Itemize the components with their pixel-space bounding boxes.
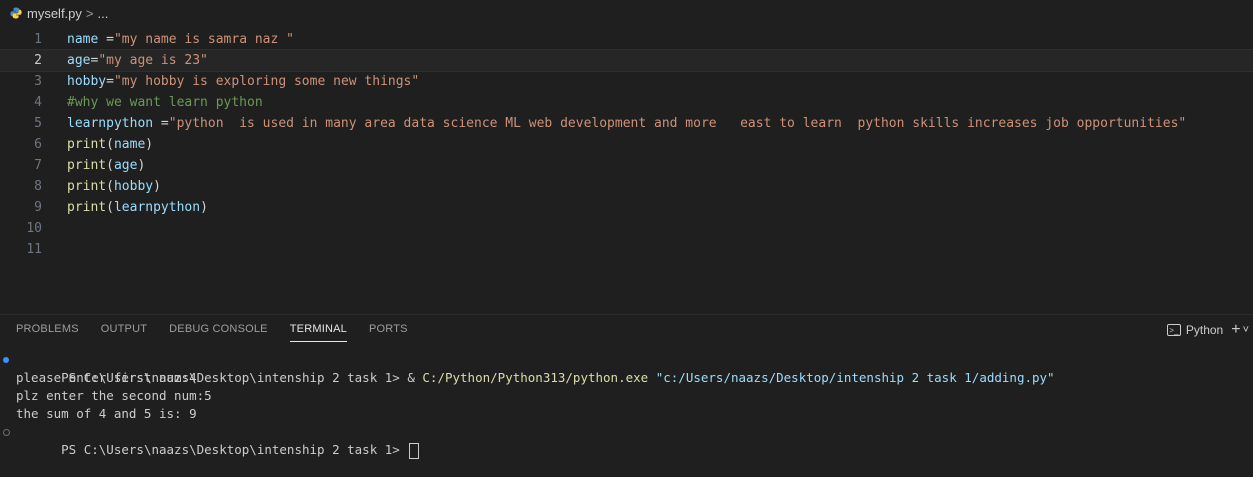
code-text: hobby="my hobby is exploring some new th… bbox=[67, 71, 419, 92]
code-token: learnpython bbox=[113, 200, 201, 215]
terminal-final-prompt: PS C:\Users\naazs\Desktop\intenship 2 ta… bbox=[61, 442, 408, 457]
breadcrumb-separator: > bbox=[85, 5, 94, 21]
code-token: age bbox=[113, 158, 138, 173]
code-token: = bbox=[98, 32, 114, 47]
line-number: 5 bbox=[34, 116, 42, 131]
code-token: print bbox=[67, 158, 107, 173]
code-token: name bbox=[113, 137, 146, 152]
line-number: 7 bbox=[34, 158, 42, 173]
code-token: print bbox=[67, 137, 107, 152]
code-line[interactable]: 10 bbox=[0, 218, 1253, 239]
panel-actions: >_ Python + ˅ bbox=[1166, 321, 1249, 339]
terminal[interactable]: PS C:\Users\naazs\Desktop\intenship 2 ta… bbox=[0, 351, 1253, 459]
code-text: learnpython ="python is used in many are… bbox=[67, 113, 1186, 134]
terminal-output-line: plz enter the second num:5 bbox=[16, 388, 212, 403]
terminal-icon[interactable]: >_ bbox=[1166, 324, 1181, 336]
breadcrumb-symbols[interactable]: ... bbox=[98, 6, 109, 21]
python-file-icon bbox=[10, 7, 22, 19]
code-token: "my hobby is exploring some new things" bbox=[113, 74, 420, 89]
code-token: #why we want learn python bbox=[67, 95, 263, 110]
code-token: print bbox=[67, 179, 107, 194]
code-token: ( bbox=[106, 158, 114, 173]
code-text: age="my age is 23" bbox=[67, 50, 208, 71]
code-line[interactable]: 11 bbox=[0, 239, 1253, 260]
tab-terminal[interactable]: TERMINAL bbox=[289, 323, 347, 342]
terminal-output-line: please enter first num:4 bbox=[16, 370, 197, 385]
terminal-prompt-line: PS C:\Users\naazs\Desktop\intenship 2 ta… bbox=[0, 423, 1253, 459]
code-token: hobby bbox=[67, 74, 107, 89]
code-line[interactable]: 9 print(learnpython) bbox=[0, 197, 1253, 218]
terminal-shell-label[interactable]: Python bbox=[1186, 323, 1223, 337]
code-token: "my name is samra naz " bbox=[113, 32, 294, 47]
code-editor[interactable]: 1 name ="my name is samra naz " 2 age="my a… bbox=[0, 29, 1253, 289]
terminal-command-line: PS C:\Users\naazs\Desktop\intenship 2 ta… bbox=[0, 351, 1253, 385]
chevron-down-icon[interactable]: ˅ bbox=[1243, 324, 1249, 336]
code-token: = bbox=[106, 74, 114, 89]
code-token: "python is used in many area data scienc… bbox=[168, 116, 1187, 131]
code-token: ( bbox=[106, 137, 114, 152]
code-line[interactable]: 2 age="my age is 23" bbox=[0, 49, 1253, 72]
line-number: 11 bbox=[26, 242, 42, 257]
code-token: = bbox=[153, 116, 169, 131]
line-number: 2 bbox=[34, 53, 42, 68]
tab-output[interactable]: OUTPUT bbox=[101, 323, 147, 342]
code-token: learnpython bbox=[67, 116, 154, 131]
plus-icon[interactable]: + bbox=[1231, 321, 1240, 339]
code-token: hobby bbox=[113, 179, 154, 194]
code-token: ) bbox=[137, 158, 146, 173]
code-token: age bbox=[67, 53, 91, 68]
terminal-cursor bbox=[409, 442, 420, 459]
code-line[interactable]: 3 hobby="my hobby is exploring some new t… bbox=[0, 71, 1253, 92]
code-text: #why we want learn python bbox=[67, 92, 263, 113]
breadcrumb-file[interactable]: myself.py bbox=[27, 6, 82, 21]
code-token: ) bbox=[153, 179, 161, 194]
code-token: name bbox=[67, 32, 99, 47]
tab-problems[interactable]: PROBLEMS bbox=[16, 323, 79, 342]
code-token: ( bbox=[106, 179, 114, 194]
code-line[interactable]: 4 #why we want learn python bbox=[0, 92, 1253, 113]
code-line[interactable]: 8 print(hobby) bbox=[0, 176, 1253, 197]
code-text: name ="my name is samra naz " bbox=[67, 29, 294, 50]
code-text: print(age) bbox=[67, 155, 145, 176]
bottom-panel: PROBLEMS OUTPUT DEBUG CONSOLE TERMINAL PORTS… bbox=[0, 314, 1253, 463]
code-token: ) bbox=[145, 137, 154, 152]
tab-ports[interactable]: PORTS bbox=[369, 323, 408, 342]
code-line[interactable]: 6 print(name) bbox=[0, 134, 1253, 155]
code-text: print(hobby) bbox=[67, 176, 161, 197]
code-token: print bbox=[67, 200, 107, 215]
breadcrumb: myself.py > ... bbox=[0, 0, 1253, 26]
line-number: 9 bbox=[34, 200, 42, 215]
prompt-decoration-icon[interactable] bbox=[3, 429, 10, 436]
code-token: ( bbox=[106, 200, 114, 215]
line-number: 3 bbox=[34, 74, 42, 89]
code-text: print(name) bbox=[67, 134, 153, 155]
command-decoration-icon[interactable] bbox=[3, 357, 9, 363]
line-number: 4 bbox=[34, 95, 42, 110]
terminal-output-line: the sum of 4 and 5 is: 9 bbox=[16, 406, 197, 421]
code-token: ) bbox=[200, 200, 208, 215]
panel-tabs: PROBLEMS OUTPUT DEBUG CONSOLE TERMINAL PORTS bbox=[16, 323, 430, 342]
code-line[interactable]: 7 print(age) bbox=[0, 155, 1253, 176]
code-line[interactable]: 1 name ="my name is samra naz " bbox=[0, 29, 1253, 50]
tab-debug-console[interactable]: DEBUG CONSOLE bbox=[169, 323, 268, 342]
code-line[interactable]: 5 learnpython ="python is used in many ar… bbox=[0, 113, 1253, 134]
line-number: 10 bbox=[26, 221, 42, 236]
line-number: 8 bbox=[34, 179, 42, 194]
code-text: print(learnpython) bbox=[67, 197, 208, 218]
code-token: "my age is 23" bbox=[98, 53, 208, 68]
line-number: 6 bbox=[34, 137, 42, 152]
line-number: 1 bbox=[34, 32, 42, 47]
